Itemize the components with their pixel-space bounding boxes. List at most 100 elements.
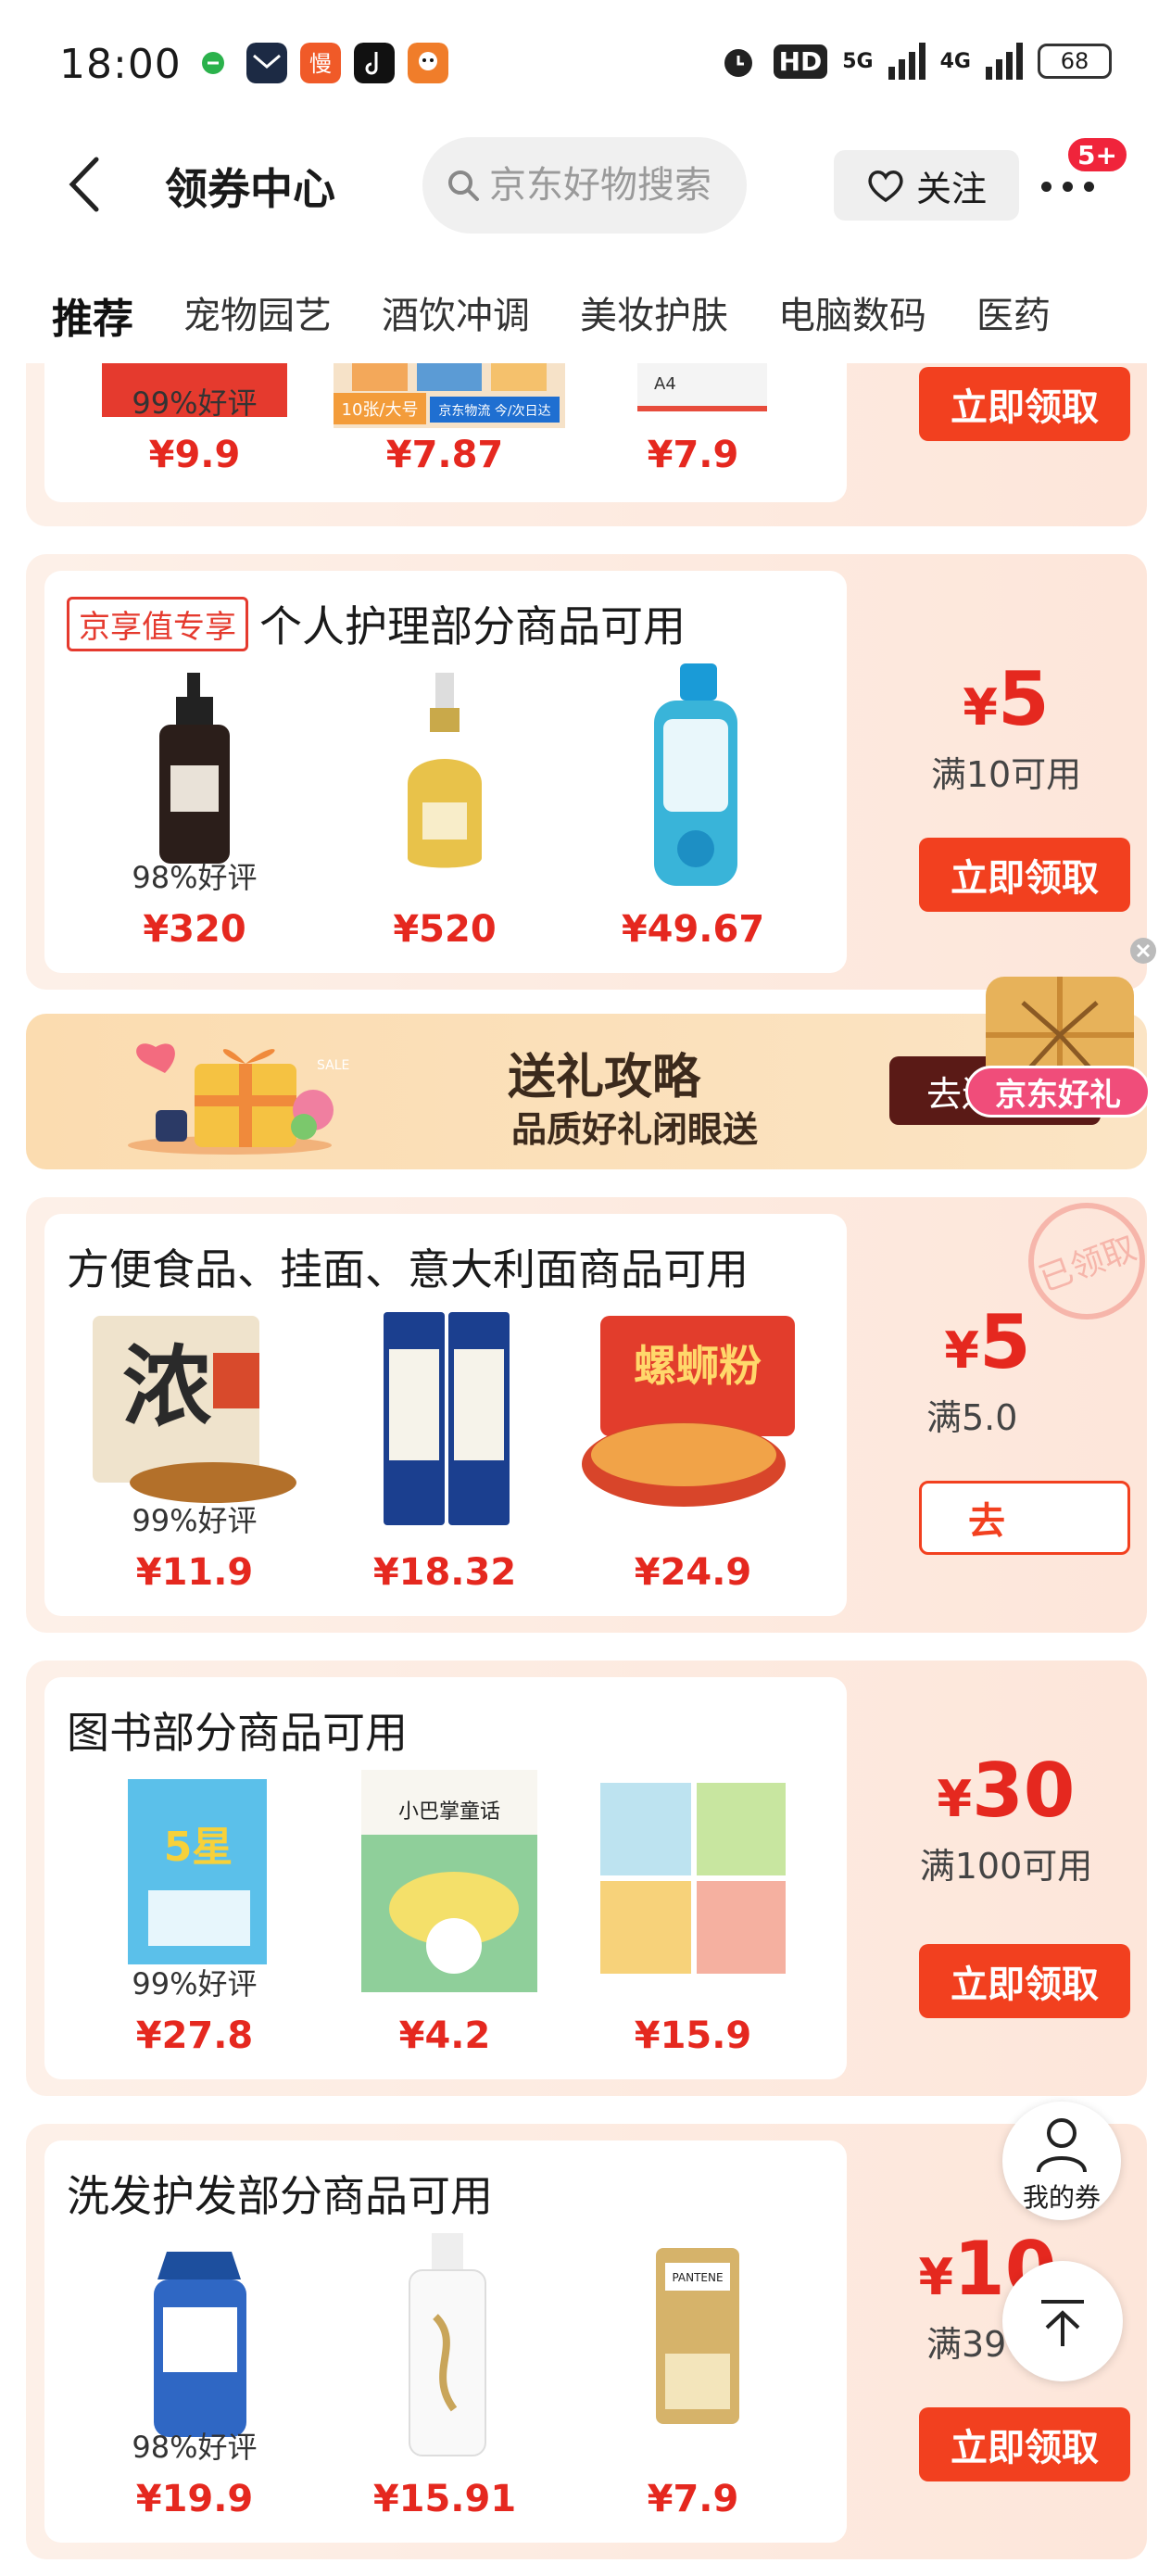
- coupon-title: 洗发护发部分商品可用: [67, 2163, 493, 2224]
- tiktok-icon: [354, 43, 395, 83]
- tab-computer-digital[interactable]: 电脑数码: [778, 259, 926, 363]
- tab-drinks[interactable]: 酒饮冲调: [382, 259, 530, 363]
- category-tabs: 推荐 宠物园艺 酒饮冲调 美妆护肤 电脑数码 医药: [0, 259, 1171, 363]
- tab-medicine[interactable]: 医药: [976, 259, 1051, 363]
- battery-indicator: 68: [1038, 44, 1112, 79]
- product-panel: 99%好评 ¥9.9 10张/大号 京东物流 今/次日达 ¥7.87 A4 ¥7.…: [44, 363, 847, 502]
- product-price: ¥49.67: [621, 908, 765, 951]
- coupon-card: 99%好评 ¥9.9 10张/大号 京东物流 今/次日达 ¥7.87 A4 ¥7.…: [26, 363, 1147, 526]
- product-price: ¥18.32: [372, 1551, 517, 1594]
- status-bar: 18:00 慢 HD 5G 4G 68: [0, 0, 1171, 130]
- coupon-condition: 满10可用: [930, 754, 1082, 795]
- product-price: ¥9.9: [148, 434, 241, 476]
- product-image: 10张/大号 京东物流 今/次日达: [334, 363, 565, 428]
- gift-label: 京东好礼: [965, 1066, 1151, 1118]
- heart-icon: [868, 170, 903, 203]
- product-image: [600, 1783, 786, 1974]
- product-rating: 99%好评: [132, 385, 258, 421]
- status-indicators: HD 5G 4G 68: [718, 41, 1112, 82]
- my-coupons-label: 我的券: [1022, 2182, 1101, 2213]
- wechat-pay-icon: [202, 52, 224, 74]
- man-app-icon: 慢: [300, 43, 341, 83]
- claim-button[interactable]: 立即领取: [919, 367, 1130, 441]
- svg-text:慢: 慢: [309, 51, 332, 77]
- product-rating: 98%好评: [132, 860, 258, 895]
- arrow-up-icon: [1041, 2300, 1084, 2346]
- signal-4g-icon: [986, 43, 1023, 80]
- coupon-card: 京享值专享 个人护理部分商品可用 98%好评 ¥320 ¥520 ¥49.67 …: [26, 554, 1147, 990]
- coupon-title-text: 方便食品、挂面、意大利面商品可用: [67, 1244, 749, 1294]
- coupon-amount: ¥5: [963, 656, 1050, 742]
- product-rating: 98%好评: [132, 2430, 258, 2465]
- coupon-title: 京享值专享 个人护理部分商品可用: [67, 593, 686, 654]
- tab-recommend[interactable]: 推荐: [52, 259, 133, 363]
- status-app-icons: 慢: [193, 43, 448, 83]
- product-panel: 京享值专享 个人护理部分商品可用 98%好评 ¥320 ¥520 ¥49.67: [44, 571, 847, 973]
- claim-button[interactable]: 立即领取: [919, 838, 1130, 912]
- product-image: 小巴掌童话: [361, 1770, 537, 1992]
- product-image: A4: [637, 363, 767, 411]
- back-to-top-button[interactable]: [1002, 2261, 1123, 2381]
- product-image: PANTENE: [656, 2248, 739, 2424]
- search-input[interactable]: [489, 164, 739, 207]
- gift-box-illustration: SALE: [128, 1043, 349, 1155]
- product-image-text: 螺蛳粉: [634, 1341, 762, 1391]
- jd-gift-floating-widget[interactable]: 京东好礼: [965, 928, 1156, 1123]
- product-price: ¥7.9: [647, 434, 739, 476]
- claimed-stamp-text: 已领取: [1034, 1230, 1141, 1299]
- coupon-value: ¥5 满10可用: [867, 656, 1145, 797]
- product-price: ¥15.9: [634, 2014, 752, 2057]
- penguin-app-icon: [408, 43, 448, 83]
- product-rating: 99%好评: [132, 1503, 258, 1538]
- coupon-list: 99%好评 ¥9.9 10张/大号 京东物流 今/次日达 ¥7.87 A4 ¥7.…: [0, 363, 1171, 2576]
- coupon-title: 方便食品、挂面、意大利面商品可用: [67, 1236, 749, 1297]
- jingxiang-exclusive-tag: 京享值专享: [67, 596, 248, 651]
- back-arrow-icon[interactable]: [59, 152, 111, 217]
- follow-label: 关注: [915, 168, 987, 209]
- product-image: [654, 663, 737, 886]
- search-box[interactable]: [422, 137, 747, 234]
- sale-label: SALE: [317, 1058, 349, 1073]
- coupon-card: 方便食品、挂面、意大利面商品可用 浓 99%好评 ¥11.9 ¥18.32 螺蛳…: [26, 1197, 1147, 1633]
- product-image-text: 10张/大号: [342, 400, 419, 420]
- page-title: 领券中心: [165, 164, 335, 214]
- claim-button[interactable]: 去: [919, 1481, 1130, 1555]
- coupon-card: 洗发护发部分商品可用 98%好评 ¥19.9 ¥15.91 PANTENE ¥7…: [26, 2124, 1147, 2559]
- page-header: 领券中心 关注 5+: [0, 130, 1171, 241]
- user-icon: [1037, 2118, 1087, 2173]
- coupon-condition: 满5.0: [926, 1397, 1018, 1438]
- signal-5g-icon: [888, 43, 925, 80]
- banner-subtitle: 品质好礼闭眼送: [511, 1109, 759, 1150]
- coupon-card: 图书部分商品可用 5星 99%好评 ¥27.8 小巴掌童话 ¥4.2 ¥15.9…: [26, 1661, 1147, 2096]
- coupon-amount: ¥5: [944, 1299, 1031, 1385]
- product-image: [408, 673, 482, 868]
- network-4g: 4G: [939, 49, 971, 73]
- product-image-text: 浓: [122, 1335, 212, 1439]
- follow-button[interactable]: 关注: [834, 150, 1019, 221]
- product-price: ¥320: [143, 908, 246, 951]
- coupon-title-text: 个人护理部分商品可用: [259, 601, 686, 651]
- tab-pet-garden[interactable]: 宠物园艺: [183, 259, 332, 363]
- product-price: ¥4.2: [398, 2014, 491, 2057]
- product-image-text: A4: [654, 374, 676, 394]
- product-rating: 99%好评: [132, 1966, 258, 2001]
- tab-beauty[interactable]: 美妆护肤: [580, 259, 728, 363]
- product-price: ¥15.91: [372, 2478, 517, 2520]
- product-panel: 洗发护发部分商品可用 98%好评 ¥19.9 ¥15.91 PANTENE ¥7…: [44, 2140, 847, 2543]
- banner-title: 送礼攻略: [508, 1050, 701, 1105]
- product-image-text: 小巴掌童话: [398, 1800, 500, 1824]
- claim-button[interactable]: 立即领取: [919, 2407, 1130, 2481]
- message-badge: 5+: [1065, 135, 1129, 174]
- hd-indicator: HD: [773, 44, 828, 79]
- my-coupons-button[interactable]: 我的券: [1002, 2102, 1121, 2220]
- search-icon: [448, 170, 479, 201]
- claim-button[interactable]: 立即领取: [919, 1944, 1130, 2018]
- coupon-value: ¥5 满5.0: [867, 1299, 1145, 1440]
- product-panel: 图书部分商品可用 5星 99%好评 ¥27.8 小巴掌童话 ¥4.2 ¥15.9: [44, 1677, 847, 2079]
- product-price: ¥11.9: [135, 1551, 254, 1594]
- mail-icon: [246, 43, 287, 83]
- product-image: [384, 1312, 510, 1525]
- product-image: [409, 2233, 486, 2456]
- product-image: 螺蛳粉: [582, 1316, 795, 1507]
- product-image-text: 京东物流 今/次日达: [438, 404, 550, 419]
